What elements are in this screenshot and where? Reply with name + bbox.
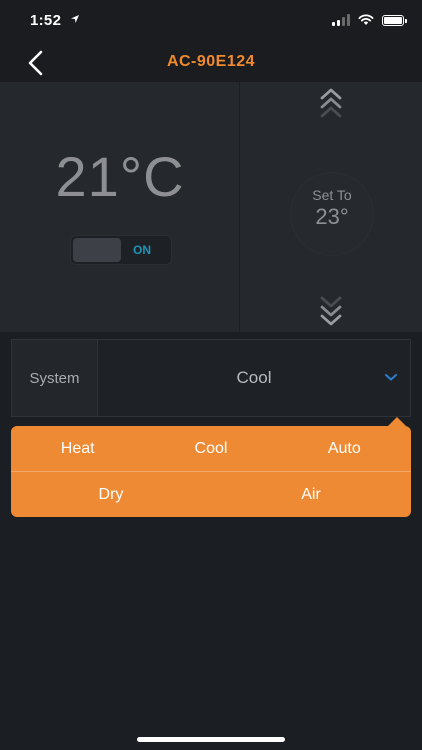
wifi-icon: [358, 14, 374, 25]
mode-dropdown: Heat Cool Auto Dry Air: [11, 426, 411, 517]
power-toggle[interactable]: ON: [70, 235, 172, 265]
increase-temp-button[interactable]: [316, 86, 346, 122]
dropdown-row: Heat Cool Auto: [11, 426, 411, 472]
mode-option-auto[interactable]: Auto: [278, 426, 411, 471]
system-label-box: System: [12, 340, 98, 416]
system-mode-select[interactable]: Cool: [98, 340, 410, 416]
setpoint-value: 23°: [315, 204, 349, 229]
decrease-temp-button[interactable]: [316, 292, 346, 328]
system-mode-value: Cool: [236, 368, 272, 387]
system-label: System: [29, 370, 80, 387]
mode-option-cool[interactable]: Cool: [144, 426, 277, 471]
status-time: 1:52: [30, 12, 62, 29]
dropdown-caret: [388, 417, 406, 426]
double-chevron-down-icon: [320, 296, 342, 326]
thermostat-panel: 21°C ON Set To 23°: [0, 82, 422, 332]
status-icons: [332, 14, 407, 26]
page-title: AC-90E124: [166, 53, 256, 70]
mode-option-dry[interactable]: Dry: [11, 472, 211, 517]
mode-option-heat[interactable]: Heat: [11, 426, 144, 471]
location-arrow-icon: [71, 15, 79, 23]
panel-divider: [239, 82, 240, 332]
toggle-knob: [73, 238, 121, 262]
setpoint-dial: Set To 23°: [290, 172, 374, 256]
setpoint-label: Set To: [312, 187, 352, 203]
system-selector: System Cool: [11, 339, 411, 417]
toggle-state-label: ON: [133, 243, 151, 257]
nav-bar: AC-90E124: [0, 44, 422, 82]
chevron-down-icon: [385, 374, 397, 381]
current-temperature: 21°C: [55, 145, 185, 208]
double-chevron-up-icon: [320, 88, 342, 118]
battery-icon: [382, 14, 407, 26]
home-indicator[interactable]: [137, 737, 285, 742]
cellular-signal-icon: [332, 14, 350, 26]
dropdown-row: Dry Air: [11, 472, 411, 517]
mode-option-air[interactable]: Air: [211, 472, 411, 517]
status-bar: 1:52: [0, 0, 422, 44]
